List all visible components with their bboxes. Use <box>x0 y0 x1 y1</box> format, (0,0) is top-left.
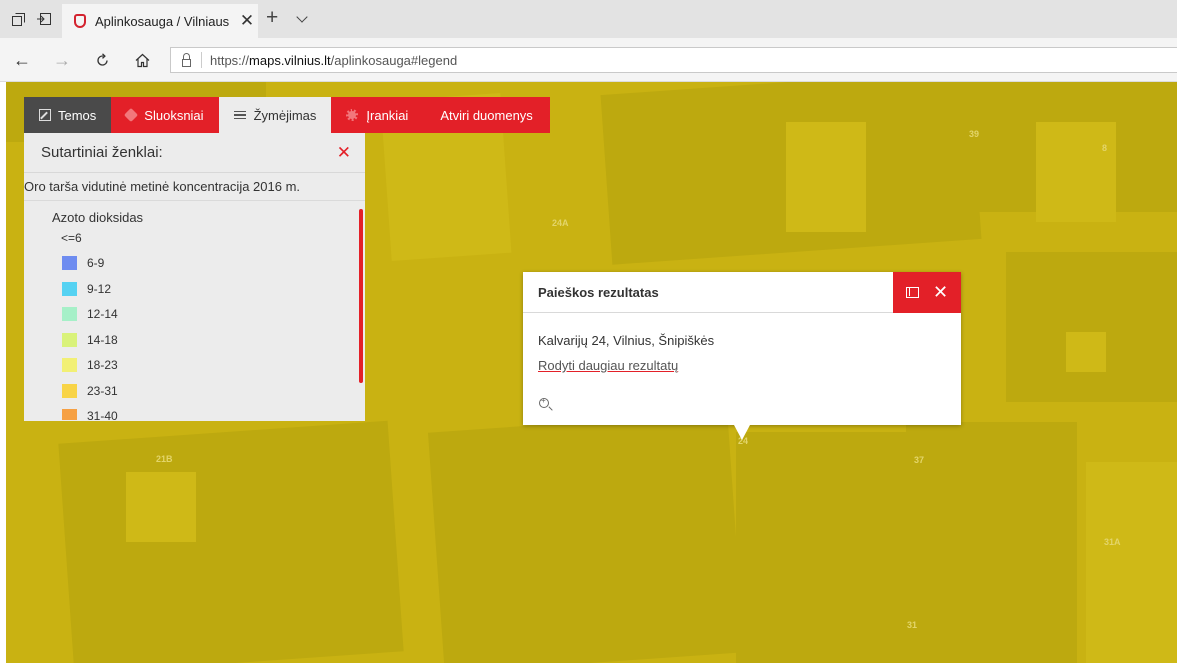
legend-item: 14-18 <box>24 327 365 353</box>
legend-item-label: 23-31 <box>87 383 118 398</box>
tab-label: Įrankiai <box>366 107 409 123</box>
tab-set-aside-icon[interactable] <box>8 9 28 29</box>
legend-title: Sutartiniai ženklai: <box>41 144 163 161</box>
url-path: /aplinkosauga#legend <box>330 52 458 68</box>
map-label: 24A <box>552 218 569 228</box>
gear-icon <box>346 109 359 121</box>
legend-item-label: 18-23 <box>87 358 118 373</box>
legend-item: <=6 <box>24 225 365 251</box>
forward-icon[interactable]: → <box>50 48 74 72</box>
legend-item-label: 12-14 <box>87 307 118 322</box>
list-icon <box>233 110 246 120</box>
legend-body[interactable]: Oro tarša vidutinė metinė koncentracija … <box>24 173 365 420</box>
browser-address-bar: ← → https:// maps.vilnius.lt /aplinkosau… <box>0 38 1177 82</box>
legend-item: 12-14 <box>24 302 365 328</box>
popup-actions: ✕ <box>893 271 961 313</box>
map-label: 31 <box>907 620 918 630</box>
legend-swatch <box>62 332 77 347</box>
popup-pointer <box>734 425 750 440</box>
browser-tab-bar: Aplinkosauga / Vilniaus ✕ + <box>0 0 1177 38</box>
map-building <box>736 432 906 663</box>
tab-label: Atviri duomenys <box>440 107 533 123</box>
new-tab-button[interactable]: + <box>266 6 278 30</box>
home-icon[interactable] <box>130 48 154 72</box>
search-result-popup: Paieškos rezultatas ✕ Kalvarijų 24, Viln… <box>523 271 961 440</box>
map-label: 8 <box>1102 143 1108 153</box>
legend-swatch <box>62 358 77 373</box>
legend-item: 31-40 <box>24 404 365 420</box>
url-input[interactable]: https:// maps.vilnius.lt /aplinkosauga#l… <box>170 47 1177 73</box>
tab-label: Sluoksniai <box>144 107 204 123</box>
maximize-icon[interactable] <box>905 286 919 298</box>
legend-close-icon[interactable]: ✕ <box>337 143 351 163</box>
legend-scrollbar[interactable] <box>359 209 363 383</box>
edit-icon <box>39 109 51 121</box>
map-label: 37 <box>914 455 925 465</box>
legend-header: Sutartiniai ženklai: ✕ <box>24 133 365 173</box>
lock-icon[interactable] <box>171 52 201 67</box>
tab-preview-icon[interactable] <box>34 9 54 29</box>
url-domain: maps.vilnius.lt <box>249 52 331 68</box>
legend-item: 9-12 <box>24 276 365 302</box>
layers-icon <box>124 107 139 123</box>
map-building <box>1066 332 1106 372</box>
tab-sluoksniai[interactable]: Sluoksniai <box>111 97 219 133</box>
browser-tab-active[interactable]: Aplinkosauga / Vilniaus ✕ <box>62 4 258 38</box>
map-building <box>1006 252 1177 402</box>
map-building <box>1086 462 1177 663</box>
legend-panel: Sutartiniai ženklai: ✕ Oro tarša vidutin… <box>24 133 365 421</box>
map-building <box>126 472 196 542</box>
legend-swatch <box>62 307 77 322</box>
legend-item-label: <=6 <box>61 230 82 245</box>
map-label: 31A <box>1104 537 1121 547</box>
legend-item-label: 14-18 <box>87 332 118 347</box>
tab-temos[interactable]: Temos <box>24 97 112 133</box>
map-label: 21B <box>156 454 173 464</box>
legend-item-label: 9-12 <box>87 281 112 296</box>
map-building <box>786 122 866 232</box>
url-prefix: https:// <box>210 52 250 68</box>
legend-item-label: 31-40 <box>87 409 118 420</box>
map-label: 39 <box>969 129 980 139</box>
site-favicon <box>74 14 86 28</box>
tab-list-chevron-icon[interactable] <box>296 11 308 23</box>
tab-title: Aplinkosauga / Vilniaus <box>95 13 230 29</box>
legend-item: 18-23 <box>24 353 365 379</box>
zoom-in-icon[interactable] <box>539 396 549 408</box>
legend-swatch <box>62 256 77 271</box>
legend-sublayer-name: Azoto dioksidas <box>52 210 144 225</box>
legend-item-label: 6-9 <box>87 256 105 271</box>
tab-label: Žymėjimas <box>253 107 317 123</box>
map-building <box>1036 122 1116 222</box>
more-results-link[interactable]: Rodyti daugiau rezultatų <box>538 358 678 373</box>
map-building <box>58 420 404 663</box>
map-building <box>906 422 1077 663</box>
popup-title: Paieškos rezultatas <box>538 284 659 300</box>
legend-swatch <box>62 281 77 296</box>
map-toolbar: Temos Sluoksniai Žymėjimas Įrankiai Atvi… <box>24 97 550 133</box>
refresh-icon[interactable] <box>90 48 114 72</box>
legend-swatch <box>62 383 77 398</box>
tab-irankiai[interactable]: Įrankiai <box>331 97 424 133</box>
legend-item: 6-9 <box>24 251 365 277</box>
legend-swatch <box>62 409 77 420</box>
popup-header: Paieškos rezultatas ✕ <box>523 271 961 313</box>
tab-atviri-duomenys[interactable]: Atviri duomenys <box>423 97 550 133</box>
map-building <box>427 411 745 663</box>
legend-layer-name: Oro tarša vidutinė metinė koncentracija … <box>24 173 365 201</box>
tab-zymejimas[interactable]: Žymėjimas <box>218 97 332 133</box>
tab-label: Temos <box>58 107 97 123</box>
legend-item: 23-31 <box>24 378 365 404</box>
popup-address: Kalvarijų 24, Vilnius, Šnipiškės <box>538 333 715 348</box>
tab-close-icon[interactable]: ✕ <box>236 11 258 31</box>
close-icon[interactable]: ✕ <box>933 283 948 301</box>
back-icon[interactable]: ← <box>10 48 34 72</box>
url-divider <box>201 52 202 68</box>
